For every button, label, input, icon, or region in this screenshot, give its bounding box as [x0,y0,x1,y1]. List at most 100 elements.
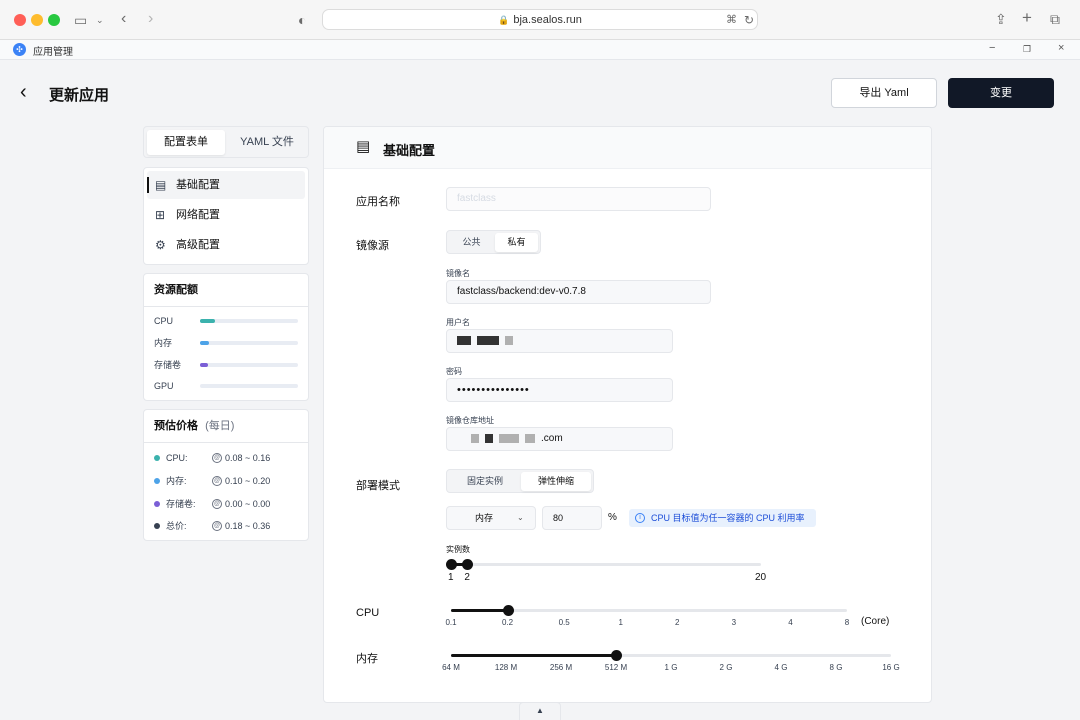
app-name-input[interactable]: fastclass [446,187,711,211]
address-bar[interactable]: 🔒 bja.sealos.run [322,9,758,30]
image-name-label: 镜像名 [446,269,470,278]
minimize-window-button[interactable] [31,14,43,26]
price-label: 内存: [166,476,187,486]
resource-label: 内存 [154,338,173,348]
share-icon[interactable]: ⇪ [995,11,1007,27]
price-label: 存储卷: [166,499,196,509]
image-name-input[interactable]: fastclass/backend:dev-v0.7.8 [446,280,711,304]
resource-quota-card: 资源配额 CPU 内存 存储卷 GPU [143,273,309,401]
memory-label: 内存 [356,653,378,665]
redacted-text [485,433,493,443]
price-value: 0.00 ~ 0.00 [225,499,271,509]
price-value: 0.10 ~ 0.20 [225,476,271,486]
slider-tick-label: 512 M [604,663,628,672]
slider-thumb[interactable] [446,559,457,570]
privacy-shield-icon[interactable]: ◐ [298,12,306,28]
sidebar-toggle-icon[interactable]: ▭ [74,12,87,28]
url-text: bja.sealos.run [513,14,582,26]
registry-input[interactable]: .com [446,427,673,451]
slider-tick-label: 2 [675,618,680,627]
price-estimate-title: 预估价格 (每日) [144,410,308,443]
back-icon[interactable]: ‹ [20,82,27,102]
resource-bar-fill [200,363,208,367]
price-value: 0.08 ~ 0.16 [225,453,271,463]
window-title: 应用管理 [33,47,73,58]
redacted-text [477,335,499,345]
resource-label: 存储卷 [154,360,182,370]
slider-tick-label: 1 [618,618,623,627]
app-window-titlebar: ✣ 应用管理 − ❐ × [0,40,1080,60]
tab-yaml[interactable]: YAML 文件 [228,130,306,155]
maximize-window-button[interactable] [48,14,60,26]
username-label: 用户名 [446,318,470,327]
coin-icon: @ [212,499,222,509]
tab-overview-icon[interactable]: ⧉ [1050,11,1060,27]
instances-label: 实例数 [446,545,470,554]
export-yaml-button[interactable]: 导出 Yaml [831,78,937,108]
slider-tick-label: 0.1 [445,618,457,627]
document-icon: ▤ [155,178,167,192]
section-header: ▤ 基础配置 [324,127,931,169]
tip-text: CPU 目标值为任一容器的 CPU 利用率 [651,513,805,523]
nav-item-label: 网络配置 [176,209,220,221]
price-value: 0.18 ~ 0.36 [225,521,271,531]
restore-icon[interactable]: ❐ [1023,44,1031,55]
minimize-icon[interactable]: − [989,42,995,54]
slider-tick-label: 128 M [494,663,518,672]
slider-tick-label: 1 G [664,663,678,672]
forward-nav-icon[interactable]: › [148,11,153,27]
tab-form[interactable]: 配置表单 [147,130,225,155]
cpu-slider-thumb[interactable] [502,605,514,616]
price-period: (每日) [205,420,235,432]
chevron-down-icon[interactable]: ⌄ [96,12,104,28]
back-nav-icon[interactable]: ‹ [121,11,126,27]
resource-row-cpu: CPU [154,314,300,328]
image-source-private[interactable]: 私有 [495,233,538,252]
new-tab-icon[interactable]: + [1022,9,1032,26]
resource-bar [200,319,298,323]
metric-select[interactable]: 内存 ⌄ [446,506,536,530]
password-input[interactable]: ••••••••••••••• [446,378,673,402]
slider-tick-label: 64 M [442,663,460,672]
nav-item-label: 高级配置 [176,239,220,251]
scroll-up-button[interactable]: ▲ [519,702,561,720]
redacted-text [457,335,471,345]
price-row-cpu: CPU: @ 0.08 ~ 0.16 [154,451,304,465]
resource-bar [200,363,298,367]
resource-bar [200,384,298,388]
nav-item-network[interactable]: ⊞ 网络配置 [147,201,305,229]
slider-track [451,563,761,566]
target-percent-input[interactable]: 80 [542,506,602,530]
slider-fill [451,654,616,657]
image-source-public[interactable]: 公共 [450,233,493,252]
close-window-button[interactable] [14,14,26,26]
deploy-mode-fixed[interactable]: 固定实例 [450,472,520,491]
resource-label: CPU [154,316,174,326]
deploy-mode-autoscale[interactable]: 弹性伸缩 [521,472,591,491]
info-icon: i [635,513,645,523]
slider-tick-label: 256 M [549,663,573,672]
resource-bar [200,341,298,345]
app-logo-icon: ✣ [13,43,26,56]
percent-sign: % [608,512,617,523]
slider-thumb[interactable] [462,559,474,570]
slider-max-label: 20 [755,572,767,583]
redacted-text [499,433,519,443]
nav-item-basic[interactable]: ▤ 基础配置 [147,171,305,199]
memory-slider-thumb[interactable] [611,650,622,661]
nav-item-advanced[interactable]: ⚙ 高级配置 [147,231,305,259]
slider-tick-label: 3 [731,618,737,627]
username-input[interactable] [446,329,673,353]
reload-icon[interactable]: ↻ [744,12,754,28]
change-button[interactable]: 变更 [948,78,1054,108]
image-source-toggle: 公共 私有 [446,230,541,254]
translate-icon[interactable]: ⌘ [726,12,737,28]
slider-tick-label: 4 G [774,663,788,672]
coin-icon: @ [212,521,222,531]
price-row-total: 总价: @ 0.18 ~ 0.36 [154,519,304,533]
deploy-mode-label: 部署模式 [356,480,400,492]
legend-dot [154,523,160,529]
image-source-label: 镜像源 [356,240,389,252]
close-icon[interactable]: × [1058,42,1064,54]
network-icon: ⊞ [155,208,166,222]
